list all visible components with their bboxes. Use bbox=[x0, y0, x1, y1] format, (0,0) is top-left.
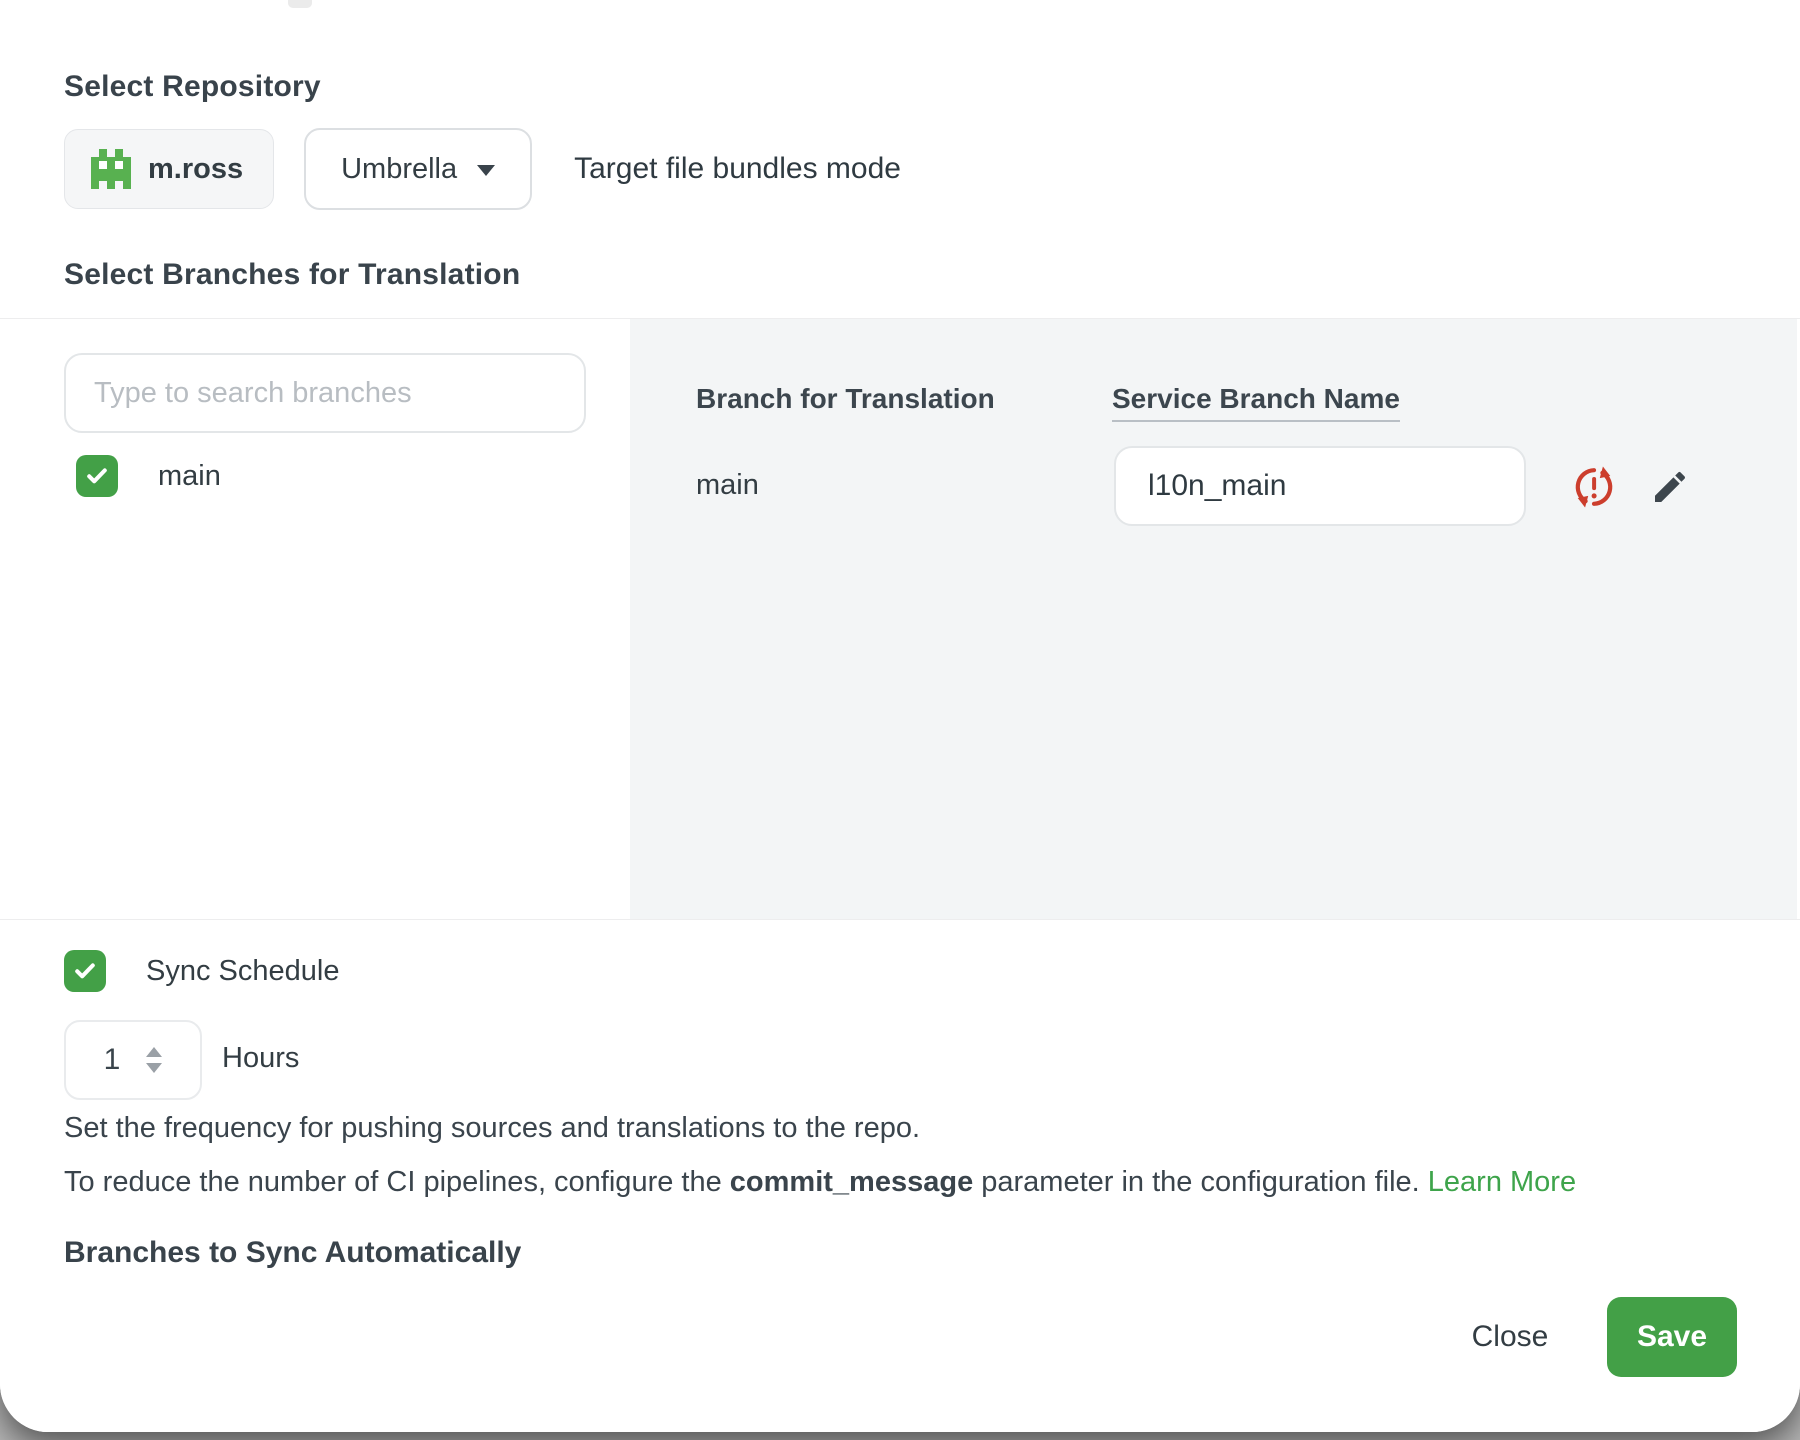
hours-unit-label: Hours bbox=[222, 1042, 299, 1075]
ci-note-prefix: To reduce the number of CI pipelines, co… bbox=[64, 1166, 730, 1198]
clipped-scroll-artifact bbox=[288, 0, 312, 8]
repository-button[interactable]: m.ross bbox=[64, 129, 274, 209]
pixel-avatar-icon bbox=[91, 149, 131, 189]
service-branch-input[interactable] bbox=[1114, 446, 1526, 526]
settings-dialog: Select Repository m.ross Umbrella Tar bbox=[0, 0, 1800, 1432]
sync-schedule-row: Sync Schedule bbox=[64, 950, 339, 992]
save-button[interactable]: Save bbox=[1607, 1297, 1737, 1377]
table-row-branch-name: main bbox=[696, 469, 759, 502]
edit-branch-name-button[interactable] bbox=[1648, 465, 1692, 509]
commit-message-param: commit_message bbox=[730, 1166, 973, 1198]
column-branch-for-translation: Branch for Translation bbox=[696, 383, 995, 415]
branch-checkbox-label: main bbox=[158, 460, 221, 493]
select-branches-heading: Select Branches for Translation bbox=[64, 258, 520, 292]
repository-row: m.ross Umbrella Target file bundles mode bbox=[64, 128, 901, 210]
stepper-up-icon[interactable] bbox=[146, 1047, 162, 1057]
checkmark-icon bbox=[71, 957, 99, 985]
branch-list-item: main bbox=[76, 455, 221, 497]
stepper-down-icon[interactable] bbox=[146, 1063, 162, 1073]
checkmark-icon bbox=[83, 462, 111, 490]
target-mode-text: Target file bundles mode bbox=[574, 152, 901, 186]
stepper-arrows-icon[interactable] bbox=[146, 1047, 162, 1073]
sync-schedule-label: Sync Schedule bbox=[146, 955, 339, 988]
repository-name: m.ross bbox=[148, 153, 243, 186]
branch-search-input[interactable] bbox=[64, 353, 586, 433]
hours-value: 1 bbox=[104, 1043, 121, 1077]
chevron-down-icon bbox=[477, 165, 495, 176]
branch-checkbox-checked[interactable] bbox=[76, 455, 118, 497]
frequency-description: Set the frequency for pushing sources an… bbox=[64, 1112, 920, 1145]
sync-error-icon bbox=[1573, 466, 1615, 508]
branches-to-sync-heading: Branches to Sync Automatically bbox=[64, 1236, 521, 1270]
select-repository-heading: Select Repository bbox=[64, 70, 321, 104]
sync-schedule-section: Sync Schedule 1 Hours Set the frequency … bbox=[0, 920, 1800, 1432]
project-dropdown-value: Umbrella bbox=[341, 153, 457, 186]
ci-pipelines-note: To reduce the number of CI pipelines, co… bbox=[64, 1166, 1576, 1199]
hours-stepper[interactable]: 1 bbox=[64, 1020, 202, 1100]
edit-pencil-icon bbox=[1650, 467, 1690, 507]
branches-panel: main Branch for Translation Service Bran… bbox=[0, 318, 1800, 920]
sync-error-button[interactable] bbox=[1572, 465, 1616, 509]
close-button[interactable]: Close bbox=[1440, 1297, 1580, 1377]
project-dropdown[interactable]: Umbrella bbox=[304, 128, 532, 210]
column-service-branch-name: Service Branch Name bbox=[1112, 383, 1400, 422]
sync-schedule-checkbox-checked[interactable] bbox=[64, 950, 106, 992]
ci-note-suffix: parameter in the configuration file. bbox=[973, 1166, 1428, 1198]
learn-more-link[interactable]: Learn More bbox=[1428, 1166, 1576, 1198]
